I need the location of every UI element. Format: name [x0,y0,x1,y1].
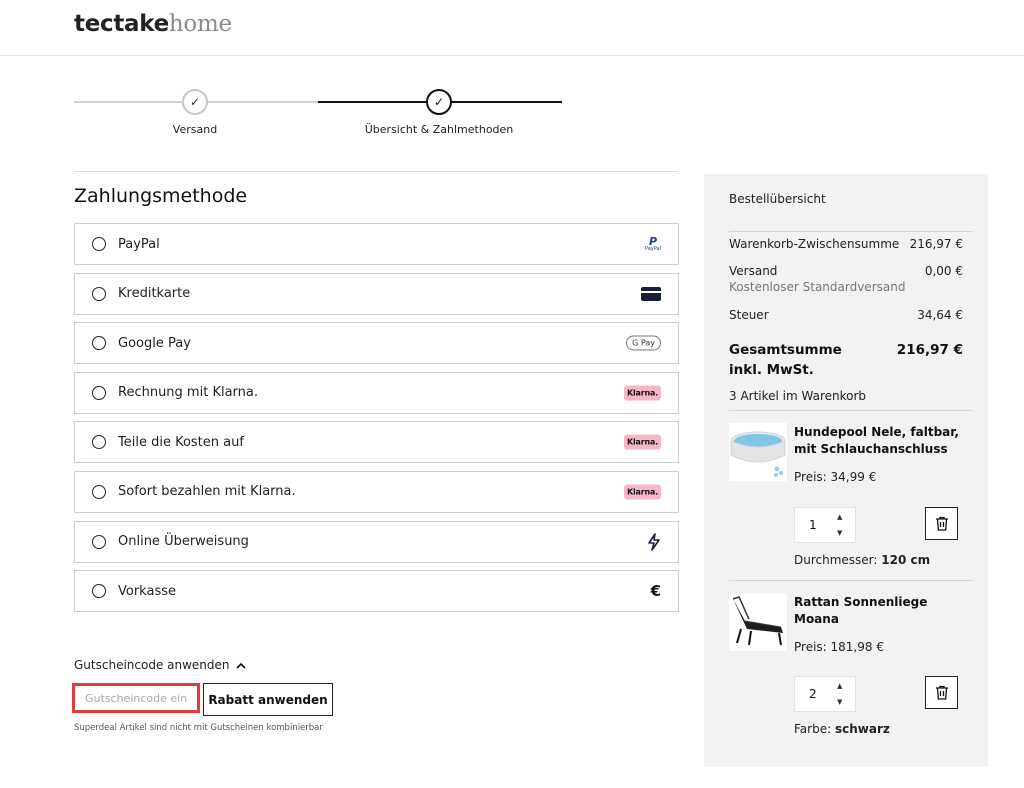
payment-method-list: PayPal P PayPal Kreditkarte Google Pay G … [74,223,679,620]
payment-method-online-transfer[interactable]: Online Überweisung [74,520,679,563]
chevron-up-icon[interactable]: ▲ [837,513,842,521]
step-label-shipping[interactable]: Versand [173,123,217,136]
chevron-up-icon [235,658,246,672]
order-summary-panel: Bestellübersicht Warenkorb-Zwischensumme… [704,174,988,767]
lightning-icon [647,532,661,551]
summary-divider [729,231,973,232]
klarna-icon: Klarna. [623,484,661,500]
chevron-up-icon[interactable]: ▲ [837,682,842,690]
total-label: Gesamtsumme inkl. MwSt. [729,342,842,378]
checkout-stepper: ✓ ✓ Versand Übersicht & Zahlmethoden [74,88,562,138]
payment-method-klarna-installments[interactable]: Teile die Kosten auf Klarna. [74,421,679,464]
step-label-overview: Übersicht & Zahlmethoden [364,123,514,136]
euro-icon: € [650,582,661,601]
apply-discount-button[interactable]: Rabatt anwenden [203,683,333,716]
attribute-label: Farbe: [794,722,832,736]
trash-icon [935,685,948,700]
coupon-note: Superdeal Artikel sind nicht mit Gutsche… [74,723,323,733]
payment-method-label: Online Überweisung [118,534,249,550]
quantity-stepper[interactable]: 1 ▲ ▼ [794,507,856,543]
total-value: 216,97 € [896,342,963,358]
radio-button[interactable] [92,336,106,351]
summary-divider [729,580,973,581]
payment-method-google-pay[interactable]: Google Pay G Pay [74,322,679,365]
subtotal-label: Warenkorb-Zwischensumme [729,237,900,251]
logo-bold-text: tectake [74,11,169,37]
chevron-down-icon[interactable]: ▼ [837,529,842,537]
radio-button[interactable] [92,237,106,251]
checkmark-icon: ✓ [426,89,452,115]
radio-button[interactable] [92,584,106,599]
payment-method-label: Teile die Kosten auf [118,434,244,450]
payment-method-prepayment[interactable]: Vorkasse € [74,570,679,613]
payment-method-label: Google Pay [118,335,191,351]
tax-row: Steuer 34,64 € [729,308,963,322]
payment-method-label: Kreditkarte [118,286,191,302]
product-attribute: Farbe: schwarz [794,722,890,736]
logo[interactable]: tectakehome [74,11,232,37]
klarna-icon: Klarna. [623,434,661,450]
payment-method-label: Sofort bezahlen mit Klarna. [118,484,296,500]
payment-method-paypal[interactable]: PayPal P PayPal [74,223,679,265]
shipping-note: Kostenloser Standardversand [729,280,906,294]
paypal-icon: P PayPal [644,235,661,252]
credit-card-icon [641,286,661,301]
total-row: Gesamtsumme inkl. MwSt. 216,97 € [729,340,963,380]
quantity-value[interactable]: 2 [809,687,817,701]
coupon-toggle[interactable]: Gutscheincode anwenden [74,658,246,672]
shipping-value: 0,00 € [924,264,963,278]
payment-method-credit-card[interactable]: Kreditkarte [74,272,679,315]
product-name[interactable]: Rattan Sonnenliege Moana [794,594,964,628]
attribute-value: schwarz [834,722,890,736]
google-pay-icon: G Pay [626,335,661,351]
product-price: Preis: 34,99 € [794,470,877,484]
coupon-toggle-label: Gutscheincode anwenden [74,658,230,672]
coupon-code-input[interactable] [72,683,200,713]
tax-value: 34,64 € [917,308,963,322]
checkmark-icon[interactable]: ✓ [182,89,208,115]
section-divider [74,171,678,172]
tax-label: Steuer [729,308,769,322]
attribute-value: 120 cm [881,553,931,567]
payment-section-title: Zahlungsmethode [74,185,248,207]
radio-button[interactable] [92,385,106,400]
payment-method-label: Vorkasse [118,583,176,599]
radio-button[interactable] [92,435,106,450]
quantity-stepper[interactable]: 2 ▲ ▼ [794,676,856,712]
remove-item-button[interactable] [925,507,958,540]
radio-button[interactable] [92,286,106,301]
radio-button[interactable] [92,484,106,499]
subtotal-row: Warenkorb-Zwischensumme 216,97 € [729,237,963,251]
product-price: Preis: 181,98 € [794,640,884,654]
payment-method-klarna-sofort[interactable]: Sofort bezahlen mit Klarna. Klarna. [74,470,679,513]
chevron-down-icon[interactable]: ▼ [837,698,842,706]
product-name[interactable]: Hundepool Nele, faltbar, mit Schlauchans… [794,424,964,458]
summary-divider [729,410,973,411]
radio-button[interactable] [92,534,106,549]
logo-light-text: home [168,11,232,37]
cart-item-count: 3 Artikel im Warenkorb [729,389,867,403]
subtotal-value: 216,97 € [909,237,963,251]
attribute-label: Durchmesser: [794,553,878,567]
product-image-sun-lounger[interactable] [729,593,787,651]
site-header: tectakehome [0,0,1024,56]
quantity-value[interactable]: 1 [809,518,817,532]
payment-method-label: PayPal [118,236,160,252]
shipping-row: Versand 0,00 € [729,264,963,278]
payment-method-klarna-invoice[interactable]: Rechnung mit Klarna. Klarna. [74,371,679,414]
payment-method-label: Rechnung mit Klarna. [118,385,258,401]
shipping-label: Versand [729,264,778,278]
product-attribute: Durchmesser: 120 cm [794,553,930,567]
trash-icon [935,516,948,531]
klarna-icon: Klarna. [623,385,661,401]
order-summary-title: Bestellübersicht [729,192,826,206]
product-image-dog-pool[interactable] [729,423,787,481]
remove-item-button[interactable] [925,676,958,709]
